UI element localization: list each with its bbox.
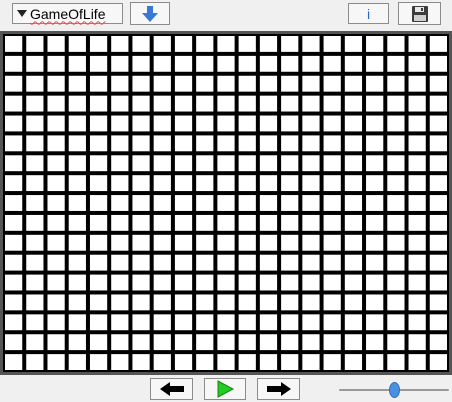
grid-horizontal-line — [3, 250, 449, 255]
grid-vertical-line — [277, 34, 282, 372]
grid-vertical-line — [43, 34, 48, 372]
grid-vertical-line — [149, 34, 154, 372]
dropdown-triangle-icon — [17, 10, 27, 17]
grid-vertical-line — [362, 34, 367, 372]
info-button[interactable]: i — [348, 3, 389, 24]
grid-horizontal-line — [3, 310, 449, 315]
grid-horizontal-line — [3, 151, 449, 156]
grid-lines — [3, 34, 449, 372]
download-arrow-icon — [142, 5, 158, 22]
grid-vertical-line — [425, 34, 430, 372]
floppy-disk-icon — [411, 5, 428, 22]
grid-horizontal-line — [3, 71, 449, 76]
speed-slider-thumb[interactable] — [388, 382, 400, 398]
play-icon — [217, 380, 235, 398]
top-toolbar: GameOfLife i — [0, 0, 452, 30]
grid-vertical-line — [255, 34, 260, 372]
grid-horizontal-line — [3, 51, 449, 56]
grid-vertical-line — [319, 34, 324, 372]
grid-vertical-line — [213, 34, 218, 372]
grid-horizontal-line — [3, 111, 449, 116]
step-forward-button[interactable] — [257, 378, 300, 400]
life-grid[interactable] — [3, 34, 449, 372]
download-button[interactable] — [130, 2, 170, 25]
grid-horizontal-line — [3, 290, 449, 295]
grid-vertical-line — [85, 34, 90, 372]
grid-vertical-line — [298, 34, 303, 372]
grid-horizontal-line — [3, 230, 449, 235]
grid-horizontal-line — [3, 171, 449, 176]
grid-vertical-line — [234, 34, 239, 372]
grid-vertical-line — [3, 34, 5, 372]
grid-vertical-line — [22, 34, 27, 372]
grid-vertical-line — [128, 34, 133, 372]
grid-horizontal-line — [3, 131, 449, 136]
grid-horizontal-line — [3, 210, 449, 215]
grid-frame — [0, 31, 452, 375]
play-button[interactable] — [204, 378, 246, 400]
grid-horizontal-line — [3, 370, 449, 372]
arrow-left-icon — [159, 382, 184, 396]
grid-vertical-line — [64, 34, 69, 372]
grid-vertical-line — [404, 34, 409, 372]
step-back-button[interactable] — [150, 378, 193, 400]
grid-horizontal-line — [3, 330, 449, 335]
grid-vertical-line — [192, 34, 197, 372]
grid-horizontal-line — [3, 191, 449, 196]
grid-vertical-line — [107, 34, 112, 372]
grid-vertical-line — [383, 34, 388, 372]
model-select-label: GameOfLife — [30, 5, 106, 22]
grid-vertical-line — [447, 34, 449, 372]
info-button-label: i — [366, 5, 371, 22]
grid-horizontal-line — [3, 91, 449, 96]
grid-horizontal-line — [3, 350, 449, 355]
arrow-right-icon — [266, 382, 291, 396]
grid-vertical-line — [340, 34, 345, 372]
grid-horizontal-line — [3, 34, 449, 36]
grid-horizontal-line — [3, 270, 449, 275]
model-select-dropdown[interactable]: GameOfLife — [12, 3, 123, 24]
grid-vertical-line — [170, 34, 175, 372]
save-button[interactable] — [398, 2, 441, 25]
